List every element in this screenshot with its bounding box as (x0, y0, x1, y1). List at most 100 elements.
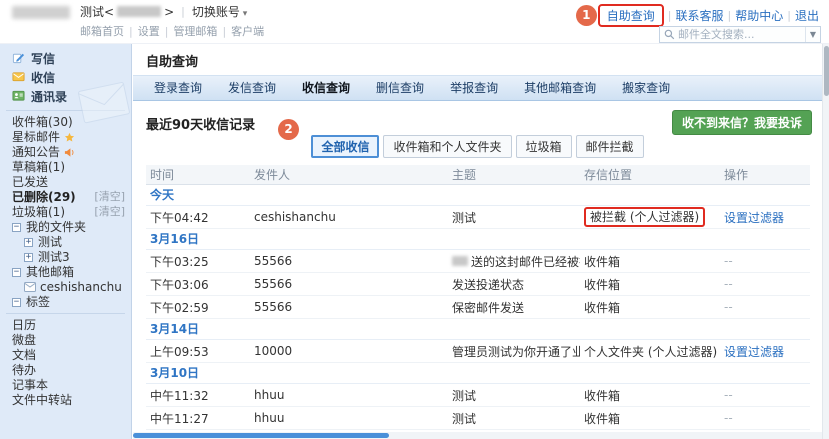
sidebar-folder-item[interactable]: 收件箱(30) (0, 115, 131, 129)
tree-toggle-icon[interactable]: + (24, 238, 33, 247)
divider: | (728, 9, 732, 22)
sidebar-tree-item[interactable]: −其他邮箱 (0, 265, 131, 279)
filter-button[interactable]: 垃圾箱 (516, 135, 572, 158)
brand-logo (12, 6, 70, 19)
mail-records-table: 时间发件人主题存信位置操作 今天下午04:42ceshishanchu测试被拦截… (146, 165, 810, 430)
horizontal-scrollbar-thumb[interactable] (133, 433, 389, 438)
top-right-links: 1 自助查询 |联系客服|帮助中心|退出 (576, 4, 819, 27)
top-link[interactable]: 帮助中心 (735, 7, 783, 24)
horizontal-scrollbar[interactable] (133, 432, 822, 439)
tab-item[interactable]: 其他邮箱查询 (511, 76, 609, 100)
complaint-button[interactable]: 收不到来信？我要投诉 (672, 110, 812, 135)
sidebar-tree-item[interactable]: +测试3 (0, 250, 131, 264)
date-group-header: 3月10日 (146, 363, 810, 384)
sidebar-tree-item[interactable]: −标签 (0, 295, 131, 309)
contacts-button[interactable]: 通讯录 (0, 87, 131, 106)
cell-action: -- (720, 300, 810, 314)
header-nav-link[interactable]: 客户端 (231, 25, 264, 38)
sidebar-tree-item[interactable]: +测试 (0, 235, 131, 249)
divider: | (787, 9, 791, 22)
sidebar-actions: 写信收信通讯录 (0, 49, 131, 106)
cell-sender: 55566 (250, 254, 448, 268)
top-link[interactable]: 联系客服 (676, 7, 724, 24)
set-filter-link[interactable]: 设置过滤器 (724, 211, 784, 225)
annotation-box-intercepted: 被拦截 (个人过滤器) (584, 207, 705, 227)
cell-subject: 管理员测试为你开通了业务邮箱 (448, 343, 580, 360)
tree-toggle-icon[interactable]: − (12, 223, 21, 232)
table-row: 下午03:2555566送的这封邮件已经被打开.收件箱-- (146, 250, 810, 273)
date-group-header: 3月16日 (146, 229, 810, 250)
contacts-icon (12, 89, 25, 105)
sidebar: 写信收信通讯录 收件箱(30)星标邮件通知公告草稿箱(1)已发送已删除(29)[… (0, 44, 132, 439)
table-row: 中午11:32hhuu测试收件箱-- (146, 384, 810, 407)
tree-toggle-icon[interactable]: − (12, 298, 21, 307)
empty-folder-link[interactable]: [清空] (94, 190, 125, 204)
column-header: 主题 (448, 166, 580, 183)
sidebar-folder-item[interactable]: 已删除(29)[清空] (0, 190, 131, 204)
sidebar-folder-item[interactable]: 星标邮件 (0, 130, 131, 144)
sidebar-folder-item[interactable]: 通知公告 (0, 145, 131, 159)
sidebar-app-item[interactable]: 文档 (0, 348, 131, 362)
tab-item[interactable]: 搬家查询 (609, 76, 683, 100)
cell-time: 中午11:27 (146, 410, 250, 427)
vertical-scrollbar-thumb[interactable] (824, 46, 829, 96)
tab-item[interactable]: 举报查询 (437, 76, 511, 100)
tab-item[interactable]: 登录查询 (141, 76, 215, 100)
vertical-scrollbar[interactable] (822, 44, 829, 439)
sidebar-folder-item[interactable]: 垃圾箱(1)[清空] (0, 205, 131, 219)
sidebar-app-item[interactable]: 记事本 (0, 378, 131, 392)
cell-subject: 测试 (448, 387, 580, 404)
filter-button[interactable]: 收件箱和个人文件夹 (383, 135, 511, 158)
top-link[interactable]: 退出 (795, 7, 819, 24)
sidebar-tree-item[interactable]: ceshishanchu (0, 280, 131, 294)
self-service-query-link[interactable]: 自助查询 (607, 9, 655, 23)
redacted-text (452, 256, 468, 266)
sidebar-app-item[interactable]: 微盘 (0, 333, 131, 347)
cell-location: 收件箱 (580, 410, 720, 427)
tree-toggle-icon[interactable]: + (24, 253, 33, 262)
megaphone-icon (64, 147, 75, 158)
set-filter-link[interactable]: 设置过滤器 (724, 345, 784, 359)
sidebar-tree-item[interactable]: −我的文件夹 (0, 220, 131, 234)
compose-button[interactable]: 写信 (0, 49, 131, 68)
header-nav-link[interactable]: 邮箱首页 (80, 25, 124, 38)
top-header: 测试< > | 切换账号 ▾ 邮箱首页|设置|管理邮箱|客户端 1 自助查询 |… (0, 0, 829, 44)
divider: | (129, 25, 133, 38)
cell-subject: 送的这封邮件已经被打开. (448, 253, 580, 270)
cell-time: 下午04:42 (146, 209, 250, 226)
cell-time: 上午09:53 (146, 343, 250, 360)
column-header: 时间 (146, 166, 250, 183)
tree-toggle-icon[interactable]: − (12, 268, 21, 277)
section-header: 最近90天收信记录 收不到来信？我要投诉 (133, 105, 822, 135)
cell-subject: 测试 (448, 410, 580, 427)
tab-item[interactable]: 删信查询 (363, 76, 437, 100)
search-scope-dropdown[interactable]: ▼ (805, 27, 820, 42)
table-body: 今天下午04:42ceshishanchu测试被拦截 (个人过滤器)设置过滤器3… (146, 185, 810, 430)
sidebar-app-item[interactable]: 待办 (0, 363, 131, 377)
sidebar-app-item[interactable]: 文件中转站 (0, 393, 131, 407)
header-nav-link[interactable]: 管理邮箱 (173, 25, 217, 38)
mail-button[interactable]: 收信 (0, 68, 131, 87)
tab-active[interactable]: 收信查询 (289, 76, 363, 100)
cell-sender: 10000 (250, 344, 448, 358)
sidebar-folder-item[interactable]: 已发送 (0, 175, 131, 189)
filter-button[interactable]: 邮件拦截 (576, 135, 644, 158)
sidebar-app-item[interactable]: 日历 (0, 318, 131, 332)
table-row: 中午11:27hhuu测试收件箱-- (146, 407, 810, 430)
page-title: 自助查询 (133, 44, 822, 75)
cell-subject: 发送投递状态 (448, 276, 580, 293)
section-title: 最近90天收信记录 (146, 114, 255, 133)
main-content: 自助查询 登录查询发信查询收信查询删信查询举报查询其他邮箱查询搬家查询 最近90… (133, 44, 822, 439)
switch-account-link[interactable]: 切换账号 ▾ (192, 3, 247, 20)
sidebar-folder-item[interactable]: 草稿箱(1) (0, 160, 131, 174)
search-input[interactable] (678, 28, 805, 41)
empty-folder-link[interactable]: [清空] (94, 205, 125, 219)
header-nav-link[interactable]: 设置 (138, 25, 160, 38)
sidebar-apps: 日历微盘文档待办记事本文件中转站 (0, 318, 131, 407)
tab-item[interactable]: 发信查询 (215, 76, 289, 100)
divider: | (181, 5, 185, 18)
filter-button[interactable]: 全部收信 (311, 135, 379, 158)
star-icon (64, 132, 75, 143)
session-links: |联系客服|帮助中心|退出 (664, 7, 819, 24)
mail-filters: 全部收信收件箱和个人文件夹垃圾箱邮件拦截 (133, 135, 822, 158)
